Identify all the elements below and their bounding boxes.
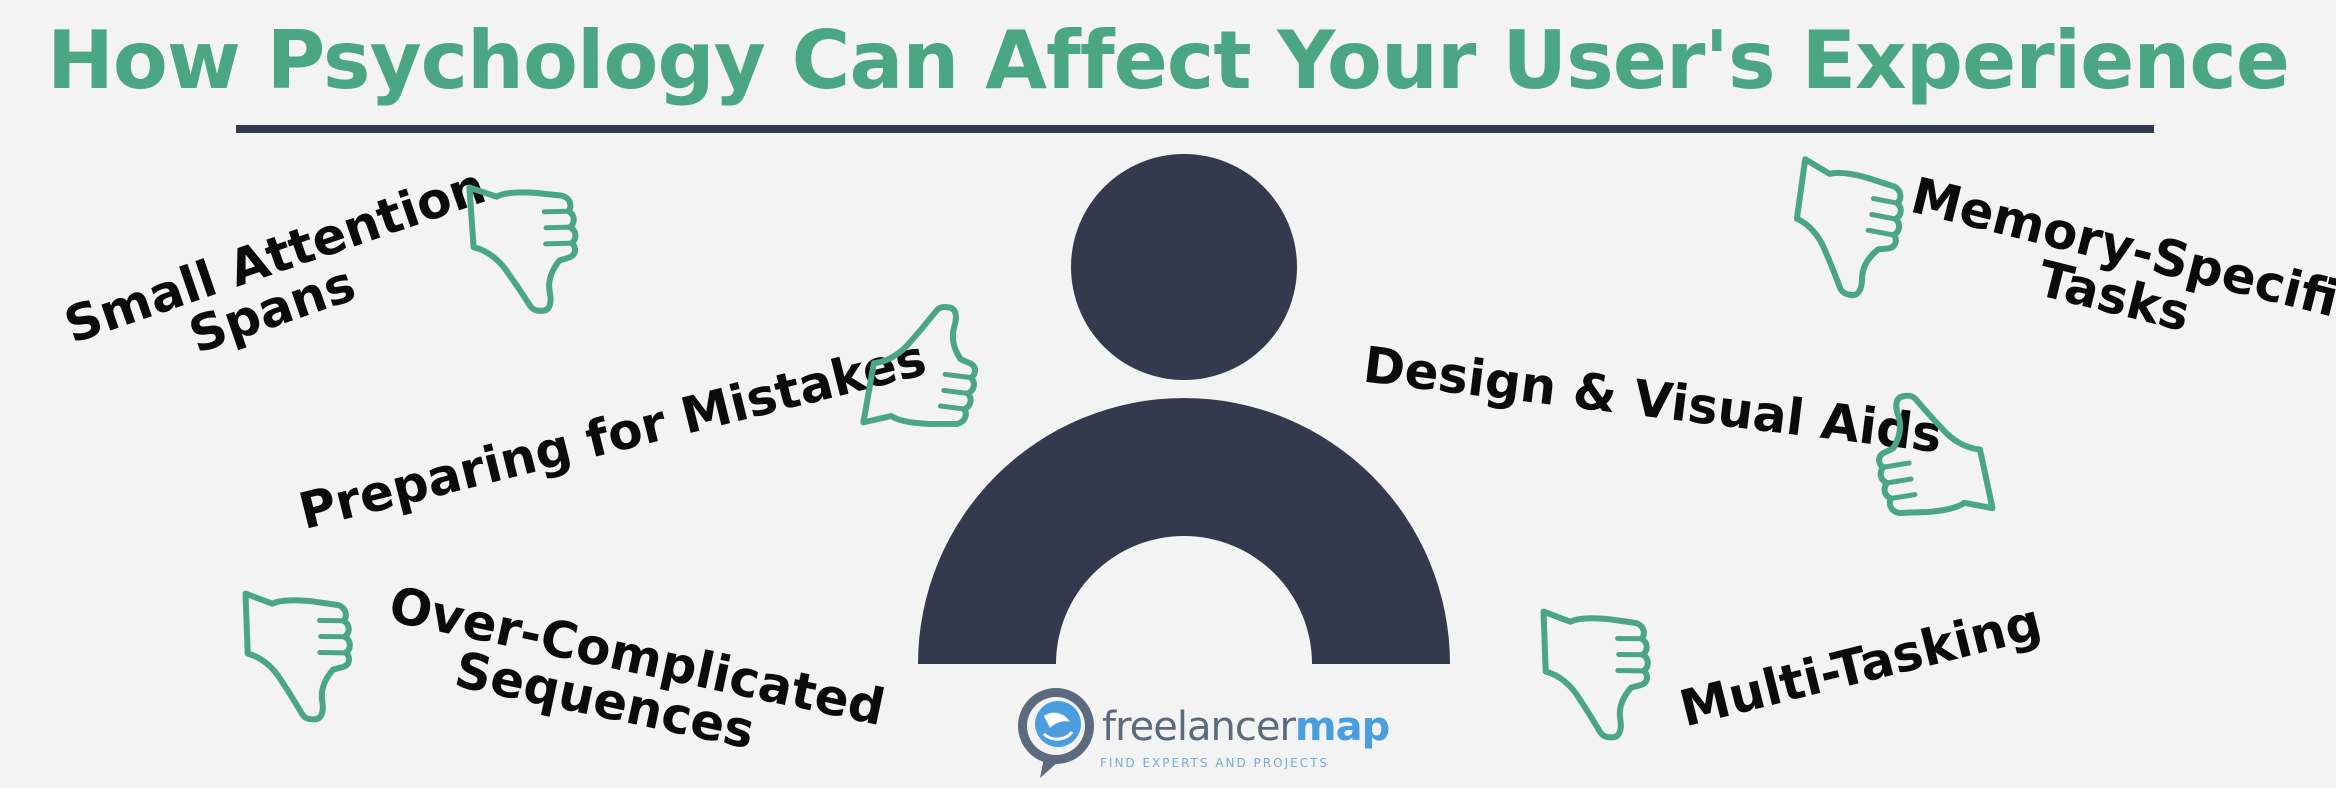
logo-wordmark: freelancermap xyxy=(1102,704,1390,750)
logo-word-freelancer: freelancer xyxy=(1102,704,1296,750)
thumbs-down-icon xyxy=(1537,600,1656,747)
globe-icon xyxy=(1018,688,1094,778)
thumbs-down-icon xyxy=(463,173,587,324)
person-body xyxy=(918,398,1450,664)
logo-word-map: map xyxy=(1294,704,1390,750)
thumbs-down-icon xyxy=(1785,155,1909,306)
person-head xyxy=(1071,154,1297,380)
freelancermap-logo: freelancermap FIND EXPERTS AND PROJECTS xyxy=(1014,682,1394,782)
thumbs-down-icon xyxy=(239,582,358,729)
logo-tagline: FIND EXPERTS AND PROJECTS xyxy=(1100,756,1330,770)
